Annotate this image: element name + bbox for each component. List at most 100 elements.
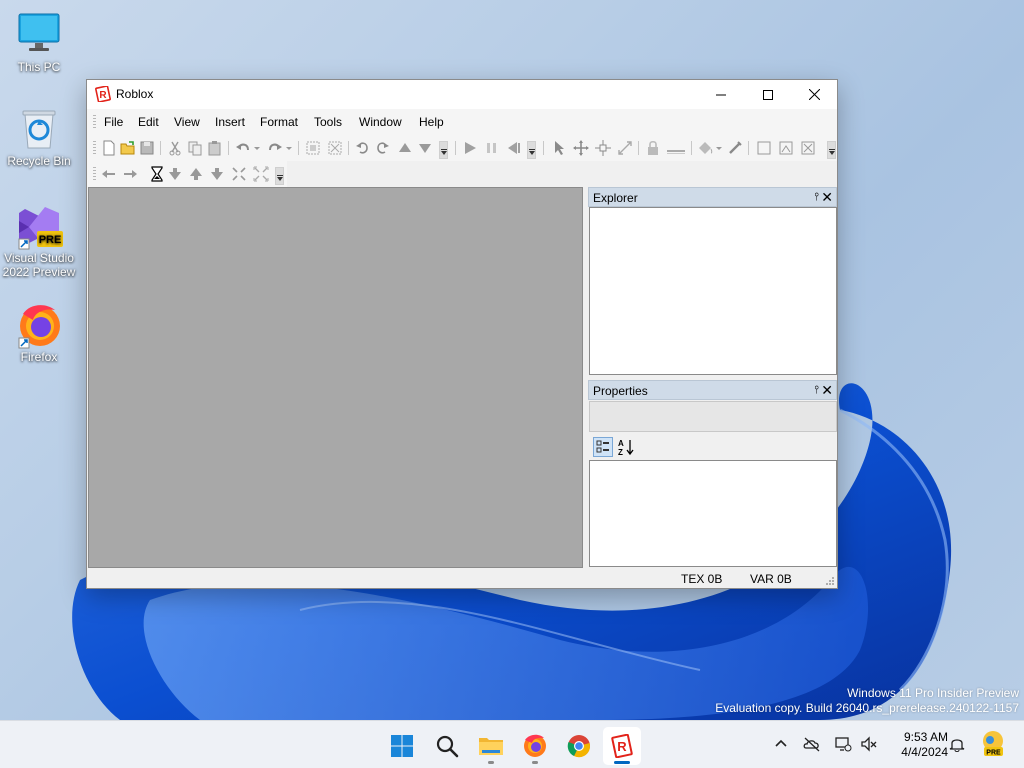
menu-format[interactable]: Format <box>260 115 298 129</box>
move-down-icon[interactable] <box>417 140 433 156</box>
desktop-icon-recycle-bin[interactable]: Recycle Bin <box>1 106 77 168</box>
camera-pan-right-icon[interactable] <box>122 166 138 182</box>
game-viewport[interactable] <box>88 187 583 568</box>
resize-grip-icon[interactable] <box>825 576 835 586</box>
chevron-up-icon[interactable] <box>772 735 790 753</box>
save-icon[interactable] <box>139 140 155 156</box>
close-icon[interactable]: ✕ <box>821 189 833 206</box>
paint-bucket-icon[interactable] <box>697 140 713 156</box>
monitor-icon <box>17 12 61 56</box>
toolbar-overflow-button[interactable] <box>527 141 536 159</box>
sort-alphabetical-icon[interactable]: A Z <box>616 437 636 457</box>
network-icon[interactable] <box>834 735 852 753</box>
volume-muted-icon[interactable] <box>860 735 878 753</box>
toolbar-grip[interactable] <box>93 141 96 155</box>
close-button[interactable] <box>791 80 837 109</box>
redo-icon[interactable] <box>267 140 283 156</box>
explorer-tree[interactable] <box>589 207 837 375</box>
properties-title: Properties <box>593 384 648 398</box>
material-brush-icon[interactable] <box>727 140 743 156</box>
start-button[interactable] <box>383 727 421 765</box>
move-up-icon[interactable] <box>397 140 413 156</box>
menu-grip[interactable] <box>93 115 96 129</box>
menu-file[interactable]: File <box>104 115 123 129</box>
desktop-icon-label: This PC <box>17 60 61 74</box>
new-file-icon[interactable] <box>101 140 117 156</box>
copy-icon[interactable] <box>187 140 203 156</box>
watermark-line2: Evaluation copy. Build 26040.rs_prerelea… <box>715 701 1019 715</box>
pre-badge: PRE <box>39 234 62 246</box>
search-button[interactable] <box>428 727 466 765</box>
surface-smooth-icon[interactable] <box>756 140 772 156</box>
redo-dropdown-icon[interactable] <box>285 140 293 156</box>
menu-insert[interactable]: Insert <box>215 115 245 129</box>
paint-dropdown-icon[interactable] <box>715 140 723 156</box>
categorized-view-icon[interactable] <box>593 437 613 457</box>
roblox-taskbar-button[interactable]: R <box>603 727 641 765</box>
explorer-header[interactable]: Explorer ⫯ ✕ <box>588 187 837 207</box>
notification-bell-icon[interactable] <box>948 735 966 753</box>
firefox-taskbar-button[interactable] <box>516 727 554 765</box>
menu-help[interactable]: Help <box>419 115 444 129</box>
camera-tilt-down-icon[interactable] <box>167 166 183 182</box>
file-explorer-button[interactable] <box>472 727 510 765</box>
resize-tool-icon[interactable] <box>595 140 611 156</box>
menu-view[interactable]: View <box>174 115 200 129</box>
move-tool-icon[interactable] <box>573 140 589 156</box>
group-icon[interactable] <box>305 140 321 156</box>
taskbar: R 9:53 AM 4/4/2024 PRE <box>0 720 1024 768</box>
surface-glue-icon[interactable] <box>778 140 794 156</box>
camera-pan-left-icon[interactable] <box>101 166 117 182</box>
menu-window[interactable]: Window <box>359 115 402 129</box>
desktop-icon-visual-studio[interactable]: PRE Visual Studio 2022 Preview <box>1 203 77 279</box>
surface-weld-icon[interactable] <box>800 140 816 156</box>
paste-icon[interactable] <box>207 140 223 156</box>
select-cursor-icon[interactable] <box>552 140 568 156</box>
toolbar-overflow-button[interactable] <box>827 141 836 159</box>
texture-memory-status: TEX 0B <box>681 572 723 586</box>
close-icon[interactable]: ✕ <box>821 382 833 399</box>
svg-text:Z: Z <box>618 448 623 457</box>
menu-edit[interactable]: Edit <box>138 115 159 129</box>
desktop-icon-firefox[interactable]: Firefox <box>1 302 77 364</box>
properties-grid[interactable] <box>589 460 837 567</box>
title-bar[interactable]: R Roblox <box>87 80 837 109</box>
menu-tools[interactable]: Tools <box>314 115 342 129</box>
toolbar-overflow-button[interactable] <box>275 167 284 185</box>
ungroup-icon[interactable] <box>327 140 343 156</box>
camera-tilt-up-icon[interactable] <box>188 166 204 182</box>
toolbar-separator <box>543 141 544 155</box>
zoom-extents-icon[interactable] <box>253 166 269 182</box>
chrome-taskbar-button[interactable] <box>560 727 598 765</box>
toolbar-overflow-button[interactable] <box>439 141 448 159</box>
rotate-left-icon[interactable] <box>355 140 371 156</box>
desktop-icon-this-pc[interactable]: This PC <box>1 12 77 74</box>
onedrive-offline-icon[interactable] <box>803 735 821 753</box>
step-back-icon[interactable] <box>505 140 521 156</box>
anchor-icon[interactable] <box>666 140 686 156</box>
lock-icon[interactable] <box>645 140 661 156</box>
pause-icon[interactable] <box>484 140 500 156</box>
pin-icon[interactable]: ⫯ <box>814 384 819 397</box>
variable-memory-status: VAR 0B <box>750 572 792 586</box>
zoom-in-icon[interactable] <box>231 166 247 182</box>
pin-icon[interactable]: ⫯ <box>814 191 819 204</box>
minimize-button[interactable] <box>698 80 744 109</box>
roblox-icon: R <box>611 734 633 758</box>
maximize-button[interactable] <box>745 80 791 109</box>
camera-down-icon[interactable] <box>209 166 225 182</box>
system-clock[interactable]: 9:53 AM 4/4/2024 <box>884 730 948 760</box>
properties-header[interactable]: Properties ⫯ ✕ <box>588 380 837 400</box>
insider-preview-icon[interactable]: PRE <box>981 730 1005 758</box>
svg-text:A: A <box>618 439 624 448</box>
run-icon[interactable] <box>462 140 478 156</box>
roblox-logo-icon: R <box>95 86 111 102</box>
scale-tool-icon[interactable] <box>617 140 633 156</box>
cut-icon[interactable] <box>167 140 183 156</box>
toolbar-grip[interactable] <box>93 167 96 181</box>
undo-icon[interactable] <box>235 140 251 156</box>
rotate-up-icon[interactable] <box>374 140 390 156</box>
open-folder-icon[interactable] <box>120 140 136 156</box>
firefox-icon <box>524 734 546 757</box>
undo-dropdown-icon[interactable] <box>253 140 261 156</box>
